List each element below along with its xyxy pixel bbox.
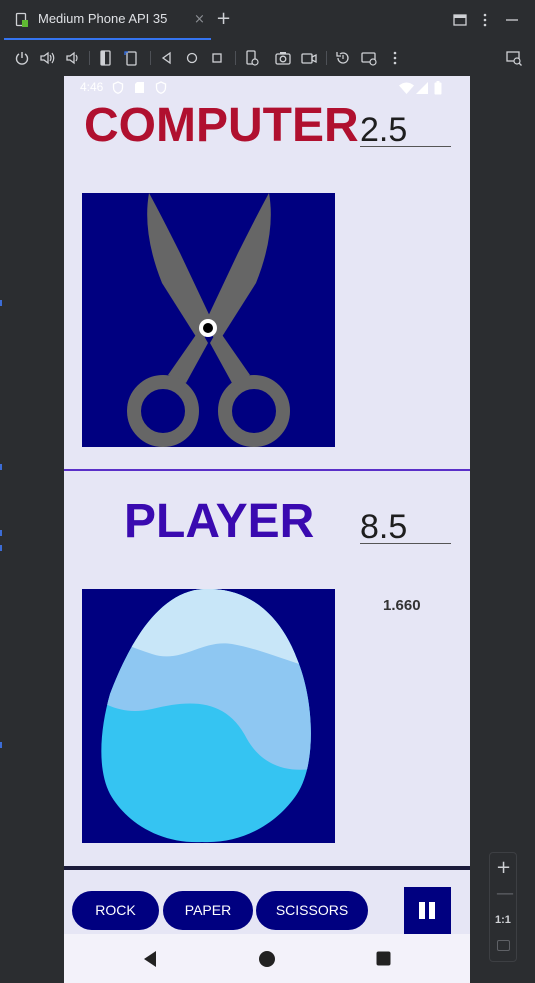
nav-overview-icon[interactable] [376, 951, 391, 970]
close-tab-icon[interactable]: × [194, 12, 205, 27]
nav-home-icon[interactable] [258, 950, 276, 972]
pause-button[interactable] [404, 887, 451, 934]
round-timer: 1.660 [383, 597, 421, 614]
device-settings-icon[interactable] [243, 49, 261, 67]
computer-title: COMPUTER [84, 99, 359, 152]
wifi-icon [399, 82, 414, 97]
back-icon[interactable] [158, 49, 176, 67]
player-score-value: 8.5 [360, 508, 408, 546]
toolbar-separator [150, 51, 151, 65]
player-choice-image [82, 589, 335, 843]
gutter-marker [0, 742, 2, 748]
player-score: 8.5 [360, 504, 451, 546]
rotate-left-icon[interactable] [97, 49, 115, 67]
zoom-fit-icon[interactable] [497, 940, 510, 951]
battery-icon [434, 81, 442, 98]
gutter-marker [0, 464, 2, 470]
window-layout-icon[interactable] [453, 12, 467, 31]
status-bar: 4:46 [64, 76, 470, 100]
system-nav-bar [64, 934, 470, 983]
toolbar-separator [326, 51, 327, 65]
status-time: 4:46 [80, 80, 104, 94]
volume-down-icon[interactable] [63, 49, 81, 67]
ide-tab-bar: Medium Phone API 35 × + [0, 0, 535, 40]
more-actions-icon[interactable] [386, 49, 404, 67]
gutter-marker [0, 300, 2, 306]
player-title: PLAYER [124, 495, 315, 548]
shield-icon [112, 81, 124, 97]
scissors-icon [127, 193, 290, 447]
phone-screen[interactable]: 4:46 COMPUTER 2.5 PLAYER 8.5 1.660 ROCK … [64, 76, 470, 983]
camera-icon[interactable] [274, 49, 292, 67]
add-tab-button[interactable]: + [216, 8, 231, 29]
toolbar-separator [89, 51, 90, 65]
nav-back-icon[interactable] [142, 950, 158, 972]
screen-record-icon[interactable] [300, 49, 318, 67]
zoom-controls: + — 1:1 [489, 852, 517, 962]
gutter-marker [0, 530, 2, 536]
computer-choice-image [82, 193, 335, 447]
controls-divider [64, 866, 470, 870]
gutter-marker [0, 545, 2, 551]
pause-icon [429, 902, 435, 919]
zoom-actual-size-button[interactable]: 1:1 [495, 914, 511, 926]
sd-card-icon [134, 81, 145, 97]
zoom-out-button[interactable]: — [496, 883, 514, 904]
rotate-right-icon[interactable] [122, 49, 140, 67]
overview-icon[interactable] [208, 49, 226, 67]
section-divider [64, 469, 470, 471]
pause-icon [419, 902, 425, 919]
scissors-button[interactable]: SCISSORS [256, 891, 368, 930]
device-manager-icon [15, 12, 29, 28]
paper-button[interactable]: PAPER [163, 891, 253, 930]
home-icon[interactable] [183, 49, 201, 67]
volume-up-icon[interactable] [38, 49, 56, 67]
rock-icon [101, 589, 311, 843]
toolbar-separator [235, 51, 236, 65]
snapshot-icon[interactable] [334, 49, 352, 67]
more-options-icon[interactable] [481, 12, 489, 31]
emulator-toolbar [0, 42, 535, 74]
device-tab[interactable]: Medium Phone API 35 × [4, 0, 211, 40]
device-mirroring-icon[interactable] [505, 49, 523, 67]
computer-score-value: 2.5 [360, 111, 408, 149]
signal-icon [416, 82, 428, 97]
device-tab-label: Medium Phone API 35 [38, 11, 168, 26]
privacy-icon [155, 81, 167, 97]
minimize-icon[interactable] [505, 12, 519, 31]
rock-button[interactable]: ROCK [72, 891, 159, 930]
power-icon[interactable] [13, 49, 31, 67]
zoom-in-button[interactable]: + [496, 857, 511, 878]
keyboard-settings-icon[interactable] [360, 49, 378, 67]
computer-score: 2.5 [360, 107, 451, 149]
